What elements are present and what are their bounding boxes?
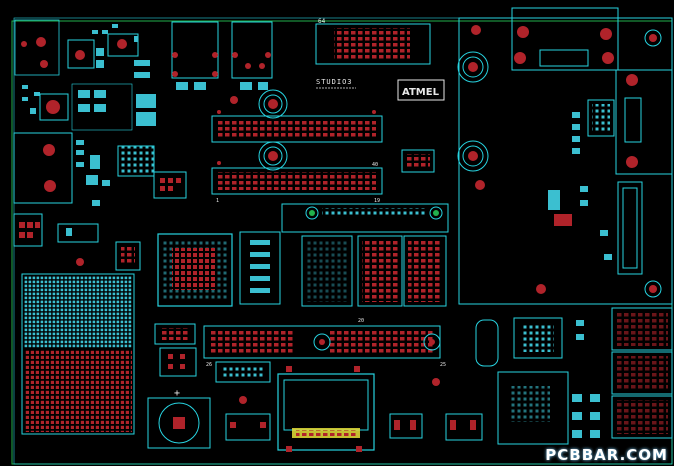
connector-pad <box>43 144 55 156</box>
bga-balls-cyan <box>24 276 132 348</box>
mount-pad <box>40 60 48 68</box>
sd-card-socket <box>277 373 375 451</box>
crystal-oval <box>475 319 499 367</box>
pin-label: 25 <box>440 362 446 368</box>
test-point <box>76 258 84 266</box>
logo-text: ATMEL <box>402 87 440 98</box>
test-point <box>239 396 247 404</box>
usb-passives <box>176 82 268 90</box>
watermark-logo: PCBBAR.COM <box>545 446 668 464</box>
passives-column <box>76 140 110 206</box>
rf-connector <box>617 181 643 275</box>
ic-pad <box>117 39 127 49</box>
usb-connector-b <box>231 21 273 79</box>
chip-sq <box>159 347 197 377</box>
mount-pad <box>36 37 46 47</box>
regulator-pad <box>46 100 60 114</box>
power-connector-footprint <box>14 19 60 76</box>
qfp-small <box>117 145 155 177</box>
inductor-pad <box>75 50 85 60</box>
pin-label: 20 <box>358 318 364 324</box>
header-3pin <box>13 213 43 247</box>
pin-label: 64 <box>318 18 326 25</box>
pin-label: 1 <box>216 198 219 204</box>
test-point <box>432 378 440 386</box>
qfp-small-2 <box>153 171 187 199</box>
pcb-layout-canvas: 64 STUDIO3 ATMEL 40 1 19 20 25 26 + <box>11 7 673 465</box>
top-header-pins <box>334 28 410 60</box>
connector-pad <box>44 180 56 192</box>
board-name-silkscreen: STUDIO3 <box>316 78 353 86</box>
mount-pad <box>21 41 27 47</box>
side-connector <box>13 132 73 204</box>
pin-label: 40 <box>372 162 378 168</box>
polarity-mark: + <box>174 388 180 399</box>
cap-array-pads <box>78 90 156 126</box>
usb-connector-a <box>171 21 219 79</box>
crystal-pad <box>66 228 72 236</box>
crystal <box>57 223 99 243</box>
test-point <box>230 96 238 104</box>
bga-balls-red <box>24 350 132 432</box>
pin-label: 19 <box>374 198 380 204</box>
processor-balls <box>172 248 216 290</box>
sot-pads <box>121 247 135 265</box>
pin-label: 26 <box>206 362 212 368</box>
rf-module <box>458 17 673 305</box>
rf-module-top <box>511 7 619 71</box>
rf-side-block <box>615 69 673 175</box>
